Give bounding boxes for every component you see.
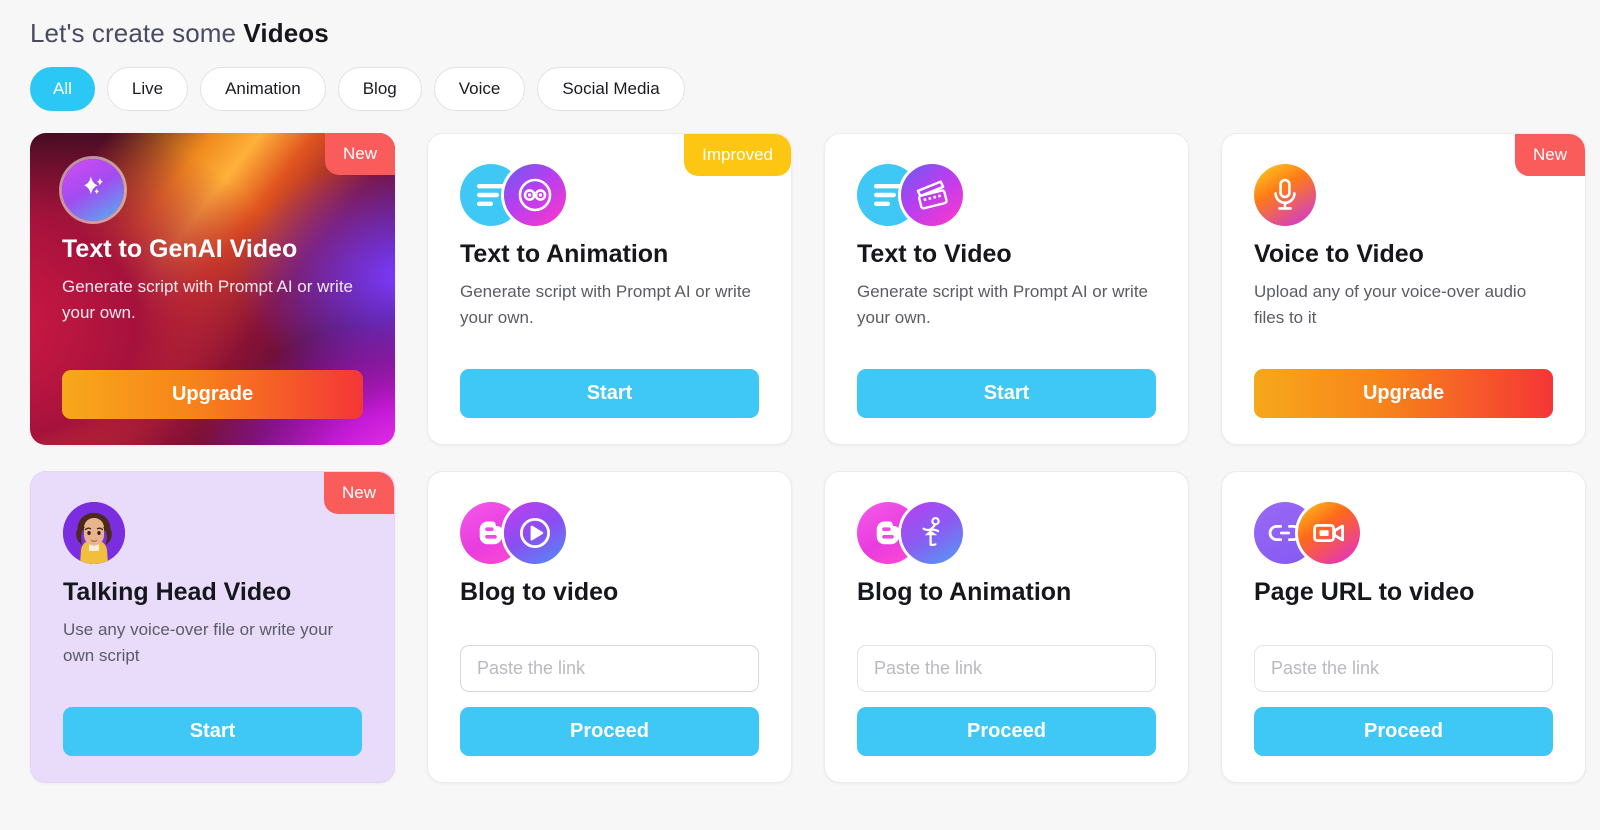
- card-description: Generate script with Prompt AI or write …: [857, 282, 1148, 327]
- card-bottom-pad: [63, 756, 362, 782]
- card-spacer: [1254, 346, 1553, 369]
- start-button[interactable]: Start: [460, 369, 759, 418]
- paste-link-input[interactable]: [857, 645, 1156, 692]
- card-bottom-pad: [857, 418, 1156, 444]
- card-spacer: [63, 684, 362, 707]
- filter-pill-label: Live: [131, 79, 164, 98]
- cta-label: Proceed: [967, 720, 1046, 742]
- start-button[interactable]: Start: [857, 369, 1156, 418]
- card-title: Text to Animation: [460, 240, 669, 268]
- card-title: Blog to video: [460, 578, 619, 606]
- template-card-text-to-video[interactable]: Text to Video Generate script with Prompt…: [824, 133, 1189, 445]
- template-card-talking-head-video[interactable]: New Talking Head Video Use any voice-over …: [30, 471, 395, 783]
- filter-pill-live[interactable]: Live: [106, 67, 189, 111]
- filter-pill-label: All: [53, 79, 72, 98]
- card-spacer: [62, 341, 363, 370]
- card-bottom-pad: [857, 756, 1156, 782]
- template-card-page-url-to-video[interactable]: Page URL to video Proceed: [1221, 471, 1586, 783]
- card-icon-group: [62, 159, 363, 221]
- card-title: Voice to Video: [1254, 240, 1424, 268]
- card-description: Generate script with Prompt AI or write …: [62, 277, 353, 322]
- create-videos-page: Let's create some Videos All Live Animatio…: [0, 0, 1600, 783]
- goggles-face-icon: [504, 164, 566, 226]
- filter-pill-social-media[interactable]: Social Media: [537, 67, 685, 111]
- card-bottom-pad: [1254, 418, 1553, 444]
- start-button[interactable]: Start: [63, 707, 362, 756]
- cta-label: Proceed: [570, 720, 649, 742]
- card-icon-group: [1254, 502, 1553, 564]
- card-spacer: [857, 617, 1156, 645]
- card-description: Use any voice-over file or write your ow…: [63, 620, 334, 665]
- card-title: Page URL to video: [1254, 578, 1475, 606]
- card-icon-group: [857, 164, 1156, 226]
- page-title-prefix: Let's create some: [30, 18, 244, 48]
- card-description: Upload any of your voice-over audio file…: [1254, 282, 1527, 327]
- microphone-icon: [1254, 164, 1316, 226]
- card-bottom-pad: [460, 756, 759, 782]
- template-card-grid: New Text to GenAI Video Generate script wi…: [30, 133, 1586, 783]
- filter-pill-blog[interactable]: Blog: [337, 67, 422, 111]
- filter-pill-animation[interactable]: Animation: [200, 67, 326, 111]
- cta-label: Start: [983, 382, 1030, 404]
- proceed-button[interactable]: Proceed: [857, 707, 1156, 756]
- cta-label: Upgrade: [1362, 382, 1445, 404]
- filter-pill-label: Blog: [362, 79, 397, 98]
- paste-link-input[interactable]: [460, 645, 759, 692]
- video-camera-icon: [1298, 502, 1360, 564]
- clapperboard-icon: [901, 164, 963, 226]
- card-title: Blog to Animation: [857, 578, 1072, 606]
- card-bottom-pad: [62, 419, 363, 445]
- card-spacer: [460, 617, 759, 645]
- upgrade-button[interactable]: Upgrade: [62, 370, 363, 419]
- sparkle-icon: [62, 159, 124, 221]
- filter-pill-voice[interactable]: Voice: [433, 67, 526, 111]
- card-title: Text to Video: [857, 240, 1012, 268]
- card-bottom-pad: [460, 418, 759, 444]
- status-badge: New: [324, 133, 395, 175]
- avatar-woman-icon: [63, 502, 125, 564]
- upgrade-button[interactable]: Upgrade: [1254, 369, 1553, 418]
- template-card-blog-to-animation[interactable]: Blog to Animation Proceed: [824, 471, 1189, 783]
- page-title-highlight: Videos: [243, 18, 329, 48]
- card-title: Text to GenAI Video: [62, 235, 298, 263]
- card-title: Talking Head Video: [63, 578, 292, 606]
- cta-label: Start: [586, 382, 633, 404]
- template-card-voice-to-video[interactable]: New Voice to Video Upload any of your voic…: [1221, 133, 1586, 445]
- proceed-button[interactable]: Proceed: [1254, 707, 1553, 756]
- cta-label: Proceed: [1364, 720, 1443, 742]
- proceed-button[interactable]: Proceed: [460, 707, 759, 756]
- card-icon-group: [1254, 164, 1553, 226]
- template-card-blog-to-video[interactable]: Blog to video Proceed: [427, 471, 792, 783]
- page-title: Let's create some Videos: [30, 18, 1570, 49]
- paste-link-input[interactable]: [1254, 645, 1553, 692]
- filter-pill-label: Social Media: [562, 79, 660, 98]
- card-icon-group: [63, 502, 362, 564]
- dancer-icon: [901, 502, 963, 564]
- card-bottom-pad: [1254, 756, 1553, 782]
- template-card-text-to-genai-video[interactable]: New Text to GenAI Video Generate script wi…: [30, 133, 395, 445]
- status-badge: New: [1514, 134, 1585, 176]
- filter-pill-all[interactable]: All: [30, 67, 95, 111]
- status-badge: Improved: [684, 134, 791, 176]
- cta-label: Start: [189, 720, 236, 742]
- status-badge: New: [323, 472, 394, 514]
- card-icon-group: [460, 502, 759, 564]
- card-spacer: [857, 346, 1156, 369]
- card-description: Generate script with Prompt AI or write …: [460, 282, 751, 327]
- filter-pill-label: Animation: [225, 79, 301, 98]
- card-spacer: [1254, 617, 1553, 645]
- filter-pill-label: Voice: [458, 79, 501, 98]
- cta-label: Upgrade: [171, 383, 254, 405]
- card-spacer: [460, 346, 759, 369]
- play-icon: [504, 502, 566, 564]
- template-card-text-to-animation[interactable]: Improved Text to Animation Generate script…: [427, 133, 792, 445]
- category-filter-bar: All Live Animation Blog Voice Social Media: [30, 67, 1570, 111]
- card-icon-group: [857, 502, 1156, 564]
